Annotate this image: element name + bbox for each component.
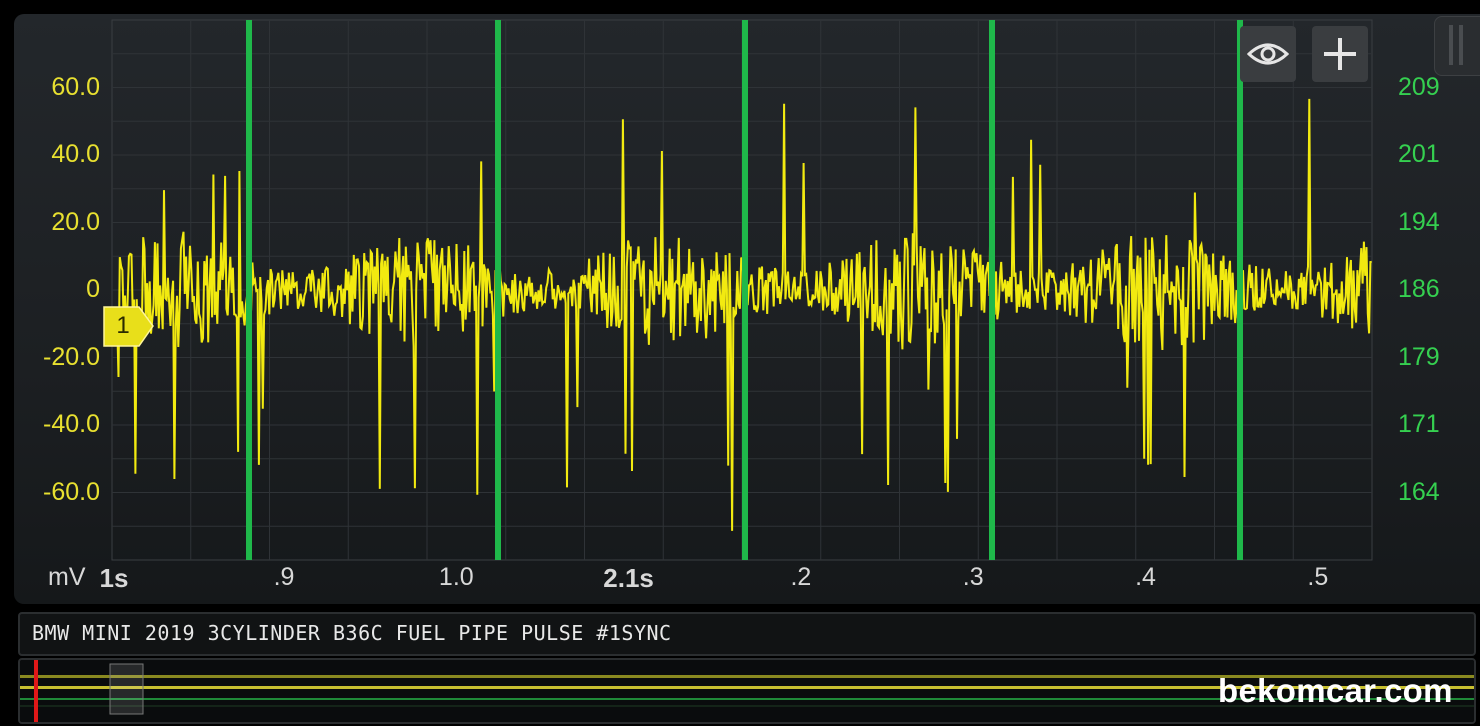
x-tick: 1s <box>99 563 129 593</box>
sync-pulse <box>1237 20 1243 560</box>
x-tick: 1.0 <box>438 563 474 591</box>
side-panel-handle[interactable] <box>1434 16 1480 76</box>
y-right-tick: 164 <box>1398 477 1440 506</box>
y-left-tick: 20.0 <box>51 207 100 236</box>
sync-pulse <box>989 20 995 560</box>
sync-pulse <box>495 20 501 560</box>
plus-icon <box>1324 38 1356 70</box>
y-left-tick: 60.0 <box>51 72 100 101</box>
x-tick: .5 <box>1307 563 1329 591</box>
add-button[interactable] <box>1312 26 1368 82</box>
channel-marker-label: 1 <box>116 312 130 339</box>
y-right-tick: 209 <box>1398 72 1440 101</box>
channel-marker[interactable]: 1 <box>103 306 154 347</box>
y-left-tick: -20.0 <box>43 342 100 371</box>
eye-button[interactable] <box>1240 26 1296 82</box>
sync-pulse <box>246 20 252 560</box>
y-right-tick: 201 <box>1398 140 1440 168</box>
y-right-tick: 171 <box>1398 410 1440 438</box>
y-right-tick: 186 <box>1398 275 1440 303</box>
overview-window <box>109 663 144 715</box>
unit-label: mV <box>48 563 86 591</box>
overview-cursor <box>34 660 38 722</box>
watermark: bekomcar.com <box>1218 672 1453 709</box>
x-tick: .3 <box>962 563 984 591</box>
x-tick: 2.1s <box>603 563 654 593</box>
eye-icon <box>1247 43 1289 65</box>
trace-title: BMW MINI 2019 3CYLINDER B36C FUEL PIPE P… <box>32 621 672 645</box>
x-tick: .2 <box>790 563 812 591</box>
sync-pulse <box>742 20 748 560</box>
y-left-tick: -60.0 <box>43 477 100 506</box>
y-left-tick: 0 <box>86 275 100 303</box>
y-left-tick: 40.0 <box>51 140 100 168</box>
y-left-tick: -40.0 <box>43 410 100 438</box>
x-tick: .4 <box>1135 563 1156 591</box>
trace-title-bar: BMW MINI 2019 3CYLINDER B36C FUEL PIPE P… <box>18 612 1476 656</box>
y-right-tick: 194 <box>1398 207 1440 236</box>
y-right-tick: 179 <box>1398 342 1440 371</box>
x-tick: .9 <box>273 563 295 591</box>
